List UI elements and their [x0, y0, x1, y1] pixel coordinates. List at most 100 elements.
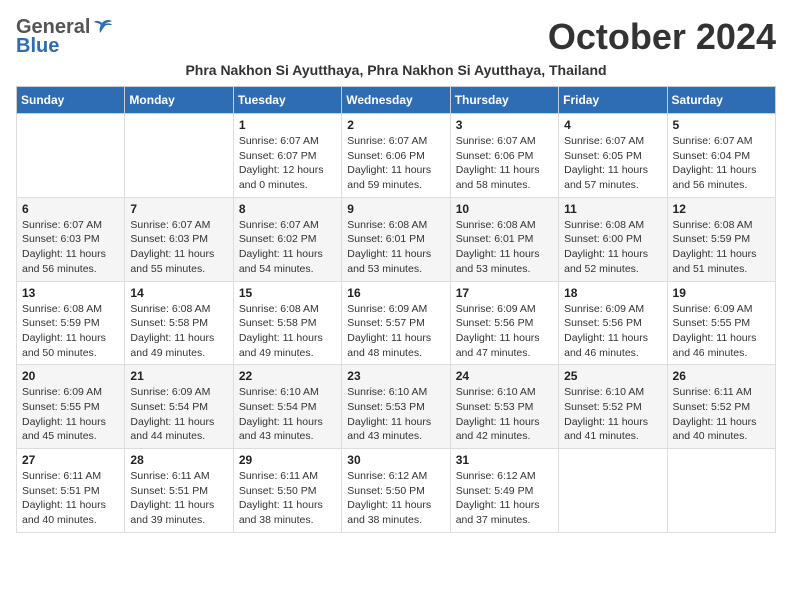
day-info: Sunrise: 6:10 AMSunset: 5:53 PMDaylight:…	[456, 385, 553, 444]
calendar-cell: 26 Sunrise: 6:11 AMSunset: 5:52 PMDayligh…	[667, 365, 775, 449]
calendar-cell: 13 Sunrise: 6:08 AMSunset: 5:59 PMDayligh…	[17, 281, 125, 365]
day-info: Sunrise: 6:08 AMSunset: 6:01 PMDaylight:…	[456, 218, 553, 277]
day-info: Sunrise: 6:09 AMSunset: 5:55 PMDaylight:…	[22, 385, 119, 444]
calendar-cell: 23 Sunrise: 6:10 AMSunset: 5:53 PMDayligh…	[342, 365, 450, 449]
header-saturday: Saturday	[667, 87, 775, 114]
calendar-cell: 24Sunrise: 6:10 AMSunset: 5:53 PMDayligh…	[450, 365, 558, 449]
day-info: Sunrise: 6:07 AMSunset: 6:03 PMDaylight:…	[130, 218, 227, 277]
day-info: Sunrise: 6:12 AMSunset: 5:49 PMDaylight:…	[456, 469, 553, 528]
calendar-cell: 28 Sunrise: 6:11 AMSunset: 5:51 PMDayligh…	[125, 449, 233, 533]
day-number: 25	[564, 369, 661, 383]
calendar-cell	[559, 449, 667, 533]
day-info: Sunrise: 6:08 AMSunset: 6:00 PMDaylight:…	[564, 218, 661, 277]
calendar-cell: 1 Sunrise: 6:07 AMSunset: 6:07 PMDaylight…	[233, 114, 341, 198]
calendar-cell: 17 Sunrise: 6:09 AMSunset: 5:56 PMDayligh…	[450, 281, 558, 365]
day-number: 21	[130, 369, 227, 383]
calendar-cell: 6 Sunrise: 6:07 AMSunset: 6:03 PMDaylight…	[17, 197, 125, 281]
day-number: 29	[239, 453, 336, 467]
day-info: Sunrise: 6:08 AMSunset: 5:58 PMDaylight:…	[130, 302, 227, 361]
calendar-cell	[125, 114, 233, 198]
calendar-cell: 11Sunrise: 6:08 AMSunset: 6:00 PMDayligh…	[559, 197, 667, 281]
day-info: Sunrise: 6:08 AMSunset: 5:59 PMDaylight:…	[673, 218, 770, 277]
calendar-cell: 14 Sunrise: 6:08 AMSunset: 5:58 PMDayligh…	[125, 281, 233, 365]
day-info: Sunrise: 6:07 AMSunset: 6:04 PMDaylight:…	[673, 134, 770, 193]
calendar-cell	[667, 449, 775, 533]
day-info: Sunrise: 6:08 AMSunset: 6:01 PMDaylight:…	[347, 218, 444, 277]
calendar-week-row: 20 Sunrise: 6:09 AMSunset: 5:55 PMDayligh…	[17, 365, 776, 449]
day-number: 8	[239, 202, 336, 216]
calendar-cell: 3Sunrise: 6:07 AMSunset: 6:06 PMDaylight…	[450, 114, 558, 198]
day-number: 9	[347, 202, 444, 216]
day-info: Sunrise: 6:08 AMSunset: 5:59 PMDaylight:…	[22, 302, 119, 361]
day-number: 7	[130, 202, 227, 216]
calendar-subtitle: Phra Nakhon Si Ayutthaya, Phra Nakhon Si…	[16, 62, 776, 78]
day-info: Sunrise: 6:11 AMSunset: 5:51 PMDaylight:…	[22, 469, 119, 528]
header-monday: Monday	[125, 87, 233, 114]
day-number: 3	[456, 118, 553, 132]
calendar-cell: 8 Sunrise: 6:07 AMSunset: 6:02 PMDaylight…	[233, 197, 341, 281]
day-number: 13	[22, 286, 119, 300]
day-number: 12	[673, 202, 770, 216]
calendar-cell	[17, 114, 125, 198]
calendar-cell: 7 Sunrise: 6:07 AMSunset: 6:03 PMDaylight…	[125, 197, 233, 281]
calendar-cell: 20 Sunrise: 6:09 AMSunset: 5:55 PMDayligh…	[17, 365, 125, 449]
day-number: 23	[347, 369, 444, 383]
day-number: 1	[239, 118, 336, 132]
header-sunday: Sunday	[17, 87, 125, 114]
day-number: 20	[22, 369, 119, 383]
logo-bird-icon	[92, 19, 112, 37]
day-number: 2	[347, 118, 444, 132]
day-info: Sunrise: 6:12 AMSunset: 5:50 PMDaylight:…	[347, 469, 444, 528]
day-number: 4	[564, 118, 661, 132]
calendar-table: SundayMondayTuesdayWednesdayThursdayFrid…	[16, 86, 776, 533]
calendar-cell: 5 Sunrise: 6:07 AMSunset: 6:04 PMDaylight…	[667, 114, 775, 198]
day-info: Sunrise: 6:07 AMSunset: 6:03 PMDaylight:…	[22, 218, 119, 277]
calendar-week-row: 1 Sunrise: 6:07 AMSunset: 6:07 PMDaylight…	[17, 114, 776, 198]
calendar-cell: 18 Sunrise: 6:09 AMSunset: 5:56 PMDayligh…	[559, 281, 667, 365]
day-number: 18	[564, 286, 661, 300]
day-info: Sunrise: 6:09 AMSunset: 5:56 PMDaylight:…	[456, 302, 553, 361]
day-info: Sunrise: 6:10 AMSunset: 5:54 PMDaylight:…	[239, 385, 336, 444]
calendar-cell: 9 Sunrise: 6:08 AMSunset: 6:01 PMDaylight…	[342, 197, 450, 281]
header-friday: Friday	[559, 87, 667, 114]
day-number: 15	[239, 286, 336, 300]
calendar-week-row: 13 Sunrise: 6:08 AMSunset: 5:59 PMDayligh…	[17, 281, 776, 365]
day-number: 22	[239, 369, 336, 383]
day-info: Sunrise: 6:11 AMSunset: 5:52 PMDaylight:…	[673, 385, 770, 444]
calendar-cell: 29 Sunrise: 6:11 AMSunset: 5:50 PMDayligh…	[233, 449, 341, 533]
calendar-week-row: 6 Sunrise: 6:07 AMSunset: 6:03 PMDaylight…	[17, 197, 776, 281]
calendar-cell: 22 Sunrise: 6:10 AMSunset: 5:54 PMDayligh…	[233, 365, 341, 449]
day-number: 26	[673, 369, 770, 383]
day-info: Sunrise: 6:09 AMSunset: 5:54 PMDaylight:…	[130, 385, 227, 444]
header-thursday: Thursday	[450, 87, 558, 114]
day-number: 28	[130, 453, 227, 467]
day-info: Sunrise: 6:09 AMSunset: 5:57 PMDaylight:…	[347, 302, 444, 361]
header-tuesday: Tuesday	[233, 87, 341, 114]
day-number: 14	[130, 286, 227, 300]
calendar-cell: 21 Sunrise: 6:09 AMSunset: 5:54 PMDayligh…	[125, 365, 233, 449]
day-info: Sunrise: 6:10 AMSunset: 5:53 PMDaylight:…	[347, 385, 444, 444]
day-info: Sunrise: 6:07 AMSunset: 6:02 PMDaylight:…	[239, 218, 336, 277]
calendar-cell: 25Sunrise: 6:10 AMSunset: 5:52 PMDayligh…	[559, 365, 667, 449]
header-wednesday: Wednesday	[342, 87, 450, 114]
day-number: 27	[22, 453, 119, 467]
day-info: Sunrise: 6:11 AMSunset: 5:50 PMDaylight:…	[239, 469, 336, 528]
page-header: General Blue October 2024	[16, 16, 776, 58]
calendar-cell: 30Sunrise: 6:12 AMSunset: 5:50 PMDayligh…	[342, 449, 450, 533]
calendar-week-row: 27 Sunrise: 6:11 AMSunset: 5:51 PMDayligh…	[17, 449, 776, 533]
day-info: Sunrise: 6:11 AMSunset: 5:51 PMDaylight:…	[130, 469, 227, 528]
day-number: 5	[673, 118, 770, 132]
calendar-cell: 19 Sunrise: 6:09 AMSunset: 5:55 PMDayligh…	[667, 281, 775, 365]
calendar-cell: 4Sunrise: 6:07 AMSunset: 6:05 PMDaylight…	[559, 114, 667, 198]
day-number: 6	[22, 202, 119, 216]
calendar-cell: 15Sunrise: 6:08 AMSunset: 5:58 PMDayligh…	[233, 281, 341, 365]
day-info: Sunrise: 6:07 AMSunset: 6:07 PMDaylight:…	[239, 134, 336, 193]
day-info: Sunrise: 6:09 AMSunset: 5:56 PMDaylight:…	[564, 302, 661, 361]
day-number: 19	[673, 286, 770, 300]
day-number: 17	[456, 286, 553, 300]
calendar-cell: 2Sunrise: 6:07 AMSunset: 6:06 PMDaylight…	[342, 114, 450, 198]
day-info: Sunrise: 6:09 AMSunset: 5:55 PMDaylight:…	[673, 302, 770, 361]
day-number: 10	[456, 202, 553, 216]
month-title: October 2024	[548, 16, 776, 58]
calendar-cell: 27 Sunrise: 6:11 AMSunset: 5:51 PMDayligh…	[17, 449, 125, 533]
